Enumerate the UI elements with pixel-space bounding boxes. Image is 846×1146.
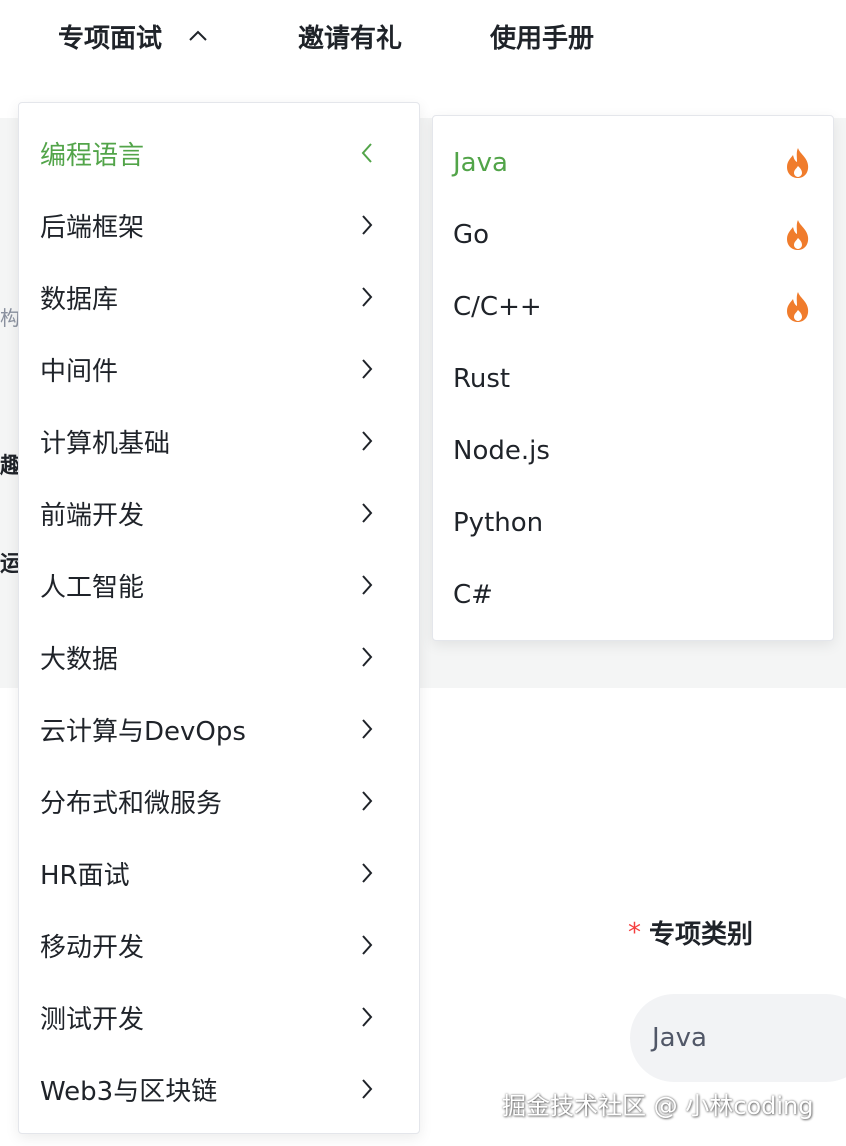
menu-item-label: 测试开发	[40, 1004, 145, 1035]
category-label-text: 专项类别	[649, 920, 754, 950]
menu-item-middleware[interactable]: 中间件	[19, 339, 419, 399]
chevron-up-icon	[188, 30, 208, 42]
chevron-right-icon	[361, 862, 373, 884]
chevron-right-icon	[361, 358, 373, 380]
menu-item-databases[interactable]: 数据库	[19, 267, 419, 327]
chevron-right-icon	[361, 934, 373, 956]
chevron-right-icon	[361, 1078, 373, 1100]
submenu-item-label: Go	[453, 220, 490, 250]
menu-item-label: 计算机基础	[40, 428, 171, 459]
nav-user-manual[interactable]: 使用手册	[490, 16, 594, 56]
category-select-value: Java	[652, 1023, 707, 1053]
chevron-right-icon	[361, 646, 373, 668]
nav-invite-rewards[interactable]: 邀请有礼	[298, 16, 402, 56]
submenu-item-label: Python	[453, 508, 544, 538]
background-text-fragment: 趣	[0, 454, 18, 479]
chevron-right-icon	[361, 286, 373, 308]
chevron-left-icon	[361, 142, 373, 164]
submenu-item-nodejs[interactable]: Node.js	[433, 421, 833, 481]
menu-item-big-data[interactable]: 大数据	[19, 627, 419, 687]
menu-item-ai[interactable]: 人工智能	[19, 555, 419, 615]
menu-item-label: Web3与区块链	[40, 1076, 218, 1107]
nav-label: 邀请有礼	[298, 23, 403, 54]
watermark: 掘金技术社区 @ 小林coding	[502, 1092, 814, 1120]
menu-item-label: 分布式和微服务	[40, 788, 223, 819]
menu-item-label: HR面试	[40, 860, 130, 891]
category-field-label: * 专项类别	[628, 914, 753, 951]
submenu-item-csharp[interactable]: C#	[433, 565, 833, 625]
chevron-right-icon	[361, 430, 373, 452]
submenu-item-label: Rust	[453, 364, 511, 394]
submenu-item-c-cpp[interactable]: C/C++	[433, 277, 833, 337]
language-submenu: Java Go C/C++ Rust Node.js Python C#	[432, 115, 834, 641]
submenu-item-java[interactable]: Java	[433, 133, 833, 193]
nav-special-interview[interactable]: 专项面试	[58, 16, 208, 56]
chevron-right-icon	[361, 718, 373, 740]
chevron-right-icon	[361, 790, 373, 812]
submenu-item-label: C#	[453, 580, 493, 610]
menu-item-label: 数据库	[40, 284, 119, 315]
menu-item-label: 大数据	[40, 644, 119, 675]
menu-item-cs-fundamentals[interactable]: 计算机基础	[19, 411, 419, 471]
submenu-item-label: C/C++	[453, 292, 542, 322]
menu-item-label: 后端框架	[40, 212, 145, 243]
chevron-right-icon	[361, 214, 373, 236]
menu-item-cloud-devops[interactable]: 云计算与DevOps	[19, 699, 419, 759]
fire-icon	[785, 291, 811, 323]
chevron-right-icon	[361, 502, 373, 524]
menu-item-label: 前端开发	[40, 500, 145, 531]
category-select[interactable]: Java	[630, 994, 846, 1082]
required-mark: *	[628, 917, 641, 948]
category-dropdown-menu: 编程语言 后端框架 数据库 中间件 计算机基础 前端开发 人工智能 大数据 云计…	[18, 102, 420, 1134]
menu-item-backend-frameworks[interactable]: 后端框架	[19, 195, 419, 255]
top-navigation: 专项面试 邀请有礼 使用手册	[0, 0, 846, 72]
menu-item-programming-languages[interactable]: 编程语言	[19, 123, 419, 183]
fire-icon	[785, 219, 811, 251]
menu-item-mobile[interactable]: 移动开发	[19, 915, 419, 975]
menu-item-label: 中间件	[40, 356, 119, 387]
submenu-item-label: Java	[453, 148, 508, 178]
menu-item-label: 人工智能	[40, 572, 145, 603]
menu-item-distributed-microservices[interactable]: 分布式和微服务	[19, 771, 419, 831]
menu-item-label: 云计算与DevOps	[40, 716, 246, 747]
submenu-item-python[interactable]: Python	[433, 493, 833, 553]
menu-item-hr-interview[interactable]: HR面试	[19, 843, 419, 903]
menu-item-web3-blockchain[interactable]: Web3与区块链	[19, 1059, 419, 1119]
menu-item-label: 编程语言	[40, 140, 145, 171]
chevron-right-icon	[361, 1006, 373, 1028]
submenu-item-label: Node.js	[453, 436, 550, 466]
submenu-item-rust[interactable]: Rust	[433, 349, 833, 409]
chevron-right-icon	[361, 574, 373, 596]
nav-label: 专项面试	[58, 23, 163, 54]
menu-item-testing[interactable]: 测试开发	[19, 987, 419, 1047]
fire-icon	[785, 147, 811, 179]
submenu-item-go[interactable]: Go	[433, 205, 833, 265]
menu-item-frontend[interactable]: 前端开发	[19, 483, 419, 543]
menu-item-label: 移动开发	[40, 932, 145, 963]
background-text-fragment: 运	[0, 552, 18, 577]
nav-label: 使用手册	[490, 23, 595, 54]
page: 构 趣 运 * 专项类别 Java 专项面试 邀请有礼 使用手册 编程语言 后端…	[0, 0, 846, 1146]
background-text-fragment: 构	[0, 306, 18, 330]
